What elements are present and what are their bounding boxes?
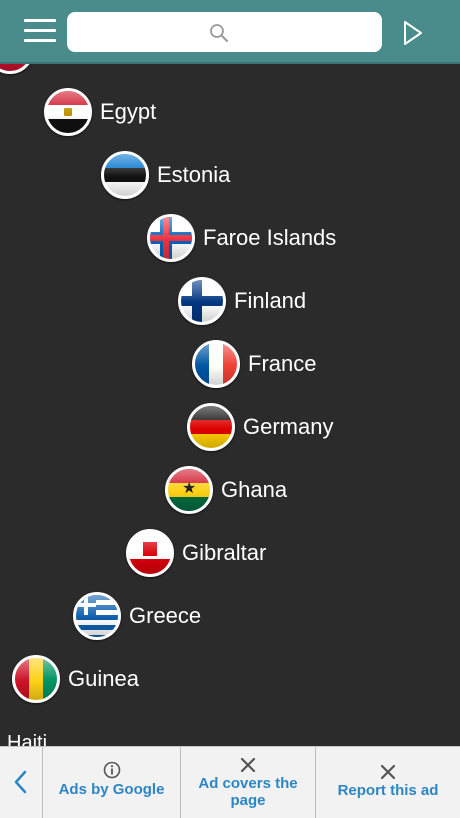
close-icon [380,764,396,780]
search-icon [210,24,228,42]
estonia-flag-icon [101,151,149,199]
faroe-islands-flag-icon [147,214,195,262]
guinea-flag-icon [12,655,60,703]
list-item[interactable]: Finland [178,275,306,327]
country-name: Faroe Islands [203,225,337,250]
country-name: Finland [234,288,307,313]
france-flag-icon [192,340,240,388]
greece-flag-icon [73,592,121,640]
close-icon [240,757,256,773]
country-list[interactable]: Egypt Estonia Faroe Islands Finland Fran… [0,64,460,746]
partial-country-name[interactable]: Haiti [7,732,47,746]
ads-by-google-label: Ads by Google [58,781,165,798]
ads-by-google-button[interactable]: Ads by Google [43,747,181,818]
list-item[interactable]: Guinea [12,653,139,705]
info-icon [103,761,120,779]
list-item[interactable]: France [192,338,316,390]
country-name: Germany [243,414,334,439]
country-name: Greece [129,603,202,628]
ghana-flag-icon: ★ [165,466,213,514]
ad-covers-page-button[interactable]: Ad covers the page [181,747,316,818]
ad-back-button[interactable] [0,747,43,818]
country-name: Ghana [221,477,288,502]
list-item[interactable]: Egypt [44,86,156,138]
hamburger-menu-icon[interactable] [24,19,56,45]
gibraltar-flag-icon [126,529,174,577]
egypt-flag-icon [44,88,92,136]
list-item[interactable]: Greece [73,590,201,642]
country-name: Estonia [157,162,231,187]
list-item[interactable]: Faroe Islands [147,212,336,264]
country-name: France [248,351,317,376]
search-input[interactable] [67,12,382,52]
report-ad-label: Report this ad [337,782,439,799]
list-item[interactable]: ★ Ghana [165,464,287,516]
ad-covers-page-label: Ad covers the page [198,775,298,809]
play-icon[interactable] [402,19,424,47]
list-item[interactable]: Germany [187,401,333,453]
report-ad-button[interactable]: Report this ad [316,747,460,818]
partial-flag [0,64,34,74]
list-item[interactable]: Gibraltar [126,527,266,579]
country-name: Egypt [100,99,157,124]
ad-bar: Ads by Google Ad covers the page Report … [0,746,460,818]
chevron-left-icon [14,770,27,794]
country-name: Guinea [68,666,139,691]
germany-flag-icon [187,403,235,451]
country-name: Gibraltar [182,540,267,565]
top-bar [0,0,460,64]
list-item[interactable]: Estonia [101,149,230,201]
finland-flag-icon [178,277,226,325]
